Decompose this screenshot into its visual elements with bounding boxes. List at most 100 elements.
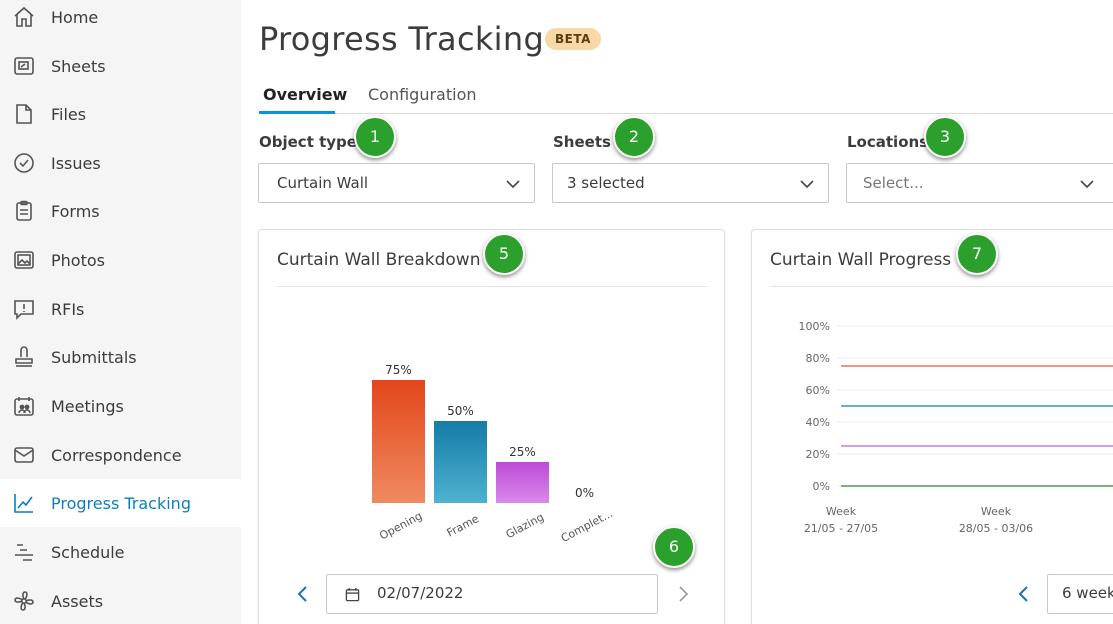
progress-tracking-icon bbox=[11, 490, 37, 516]
x-tick-label: 21/05 - 27/05 bbox=[804, 522, 878, 535]
sidebar-item-issues[interactable]: Issues bbox=[0, 139, 241, 187]
callout-badge: 2 bbox=[613, 116, 655, 158]
y-tick-label: 40% bbox=[806, 416, 830, 429]
locations-placeholder: Select... bbox=[863, 174, 924, 192]
callout-badge: 1 bbox=[354, 116, 396, 158]
active-tab-indicator bbox=[259, 111, 335, 114]
sidebar-item-home[interactable]: Home bbox=[0, 0, 241, 41]
bar-value-label: 50% bbox=[447, 404, 474, 418]
y-tick-label: 20% bbox=[806, 448, 830, 461]
callout-badge: 6 bbox=[653, 526, 695, 568]
rfis-icon bbox=[11, 296, 37, 322]
progress-card: Curtain Wall Progress 100% 80% 60% 40% 20% 0%… bbox=[751, 229, 1113, 624]
progress-line-chart: 100% 80% 60% 40% 20% 0% Week 21/05 - 27/05 Week 2… bbox=[799, 320, 1113, 535]
card-divider bbox=[770, 286, 1113, 287]
sheets-icon bbox=[11, 53, 37, 79]
period-select[interactable]: 6 week bbox=[1047, 574, 1113, 614]
sidebar-item-photos[interactable]: Photos bbox=[0, 236, 241, 284]
home-icon bbox=[11, 4, 37, 30]
breakdown-bar-chart: 75% Opening 50% Frame 25% Glazing 0% Complet... bbox=[372, 363, 615, 545]
date-input[interactable]: 02/07/2022 bbox=[326, 574, 658, 614]
object-type-label: Object type bbox=[259, 133, 357, 151]
category-tick-label: Glazing bbox=[504, 511, 546, 542]
object-type-select[interactable]: Curtain Wall bbox=[258, 163, 535, 203]
callout-badge: 7 bbox=[956, 233, 998, 275]
submittals-icon bbox=[11, 344, 37, 370]
sheets-select[interactable]: 3 selected bbox=[552, 163, 829, 203]
sidebar-item-label: Assets bbox=[51, 591, 104, 611]
files-icon bbox=[11, 101, 37, 127]
sheets-value: 3 selected bbox=[567, 174, 645, 192]
sidebar-item-files[interactable]: Files bbox=[0, 90, 241, 138]
sidebar-item-schedule[interactable]: Schedule bbox=[0, 528, 241, 576]
issues-icon bbox=[11, 150, 37, 176]
calendar-icon bbox=[345, 587, 360, 602]
sheets-label: Sheets bbox=[553, 133, 611, 151]
chevron-down-icon bbox=[1080, 180, 1094, 189]
sidebar-item-label: Meetings bbox=[51, 396, 124, 416]
correspondence-icon bbox=[11, 442, 37, 468]
sidebar-item-label: Schedule bbox=[51, 542, 125, 562]
locations-label: Locations bbox=[847, 133, 929, 151]
sidebar-item-meetings[interactable]: Meetings bbox=[0, 382, 241, 430]
sidebar-item-progress-tracking[interactable]: Progress Tracking bbox=[0, 479, 241, 527]
sidebar-item-label: Forms bbox=[51, 201, 100, 221]
sidebar-item-label: Correspondence bbox=[51, 445, 182, 465]
tab-configuration[interactable]: Configuration bbox=[368, 85, 477, 104]
locations-select[interactable]: Select... bbox=[846, 163, 1113, 203]
sidebar-item-label: Progress Tracking bbox=[51, 493, 191, 513]
previous-period-button[interactable] bbox=[1014, 582, 1034, 606]
y-tick-label: 0% bbox=[813, 480, 830, 493]
y-tick-label: 60% bbox=[806, 384, 830, 397]
sidebar-item-correspondence[interactable]: Correspondence bbox=[0, 431, 241, 479]
sidebar-item-forms[interactable]: Forms bbox=[0, 187, 241, 235]
object-type-value: Curtain Wall bbox=[277, 174, 369, 192]
assets-icon bbox=[11, 588, 37, 614]
callout-badge: 5 bbox=[483, 233, 525, 275]
x-tick-label: Week bbox=[981, 505, 1012, 518]
progress-card-title: Curtain Wall Progress bbox=[770, 250, 952, 270]
sidebar-item-label: Files bbox=[51, 104, 87, 124]
date-value: 02/07/2022 bbox=[377, 584, 464, 602]
category-tick-label: Complet... bbox=[559, 507, 615, 545]
sidebar-item-assets[interactable]: Assets bbox=[0, 577, 241, 624]
sidebar-item-label: Submittals bbox=[51, 347, 137, 367]
sidebar-item-label: Home bbox=[51, 7, 99, 27]
tabs-divider bbox=[259, 113, 1113, 114]
category-tick-label: Opening bbox=[377, 509, 424, 542]
sidebar-item-label: Photos bbox=[51, 250, 105, 270]
beta-badge: BETA bbox=[545, 28, 601, 50]
bar-0 bbox=[372, 380, 425, 503]
chevron-right-icon bbox=[679, 586, 689, 602]
sidebar-item-label: Issues bbox=[51, 153, 101, 173]
category-tick-label: Frame bbox=[445, 512, 482, 540]
sidebar-item-rfis[interactable]: RFIs bbox=[0, 285, 241, 333]
x-tick-label: Week bbox=[826, 505, 857, 518]
sidebar-item-label: RFIs bbox=[51, 299, 85, 319]
bar-value-label: 0% bbox=[575, 486, 594, 500]
sidebar-item-label: Sheets bbox=[51, 56, 106, 76]
chevron-down-icon bbox=[506, 180, 520, 189]
next-date-button[interactable] bbox=[673, 582, 693, 606]
callout-badge: 3 bbox=[924, 116, 966, 158]
bar-value-label: 25% bbox=[509, 445, 536, 459]
y-tick-label: 100% bbox=[799, 320, 830, 333]
bar-2 bbox=[496, 462, 549, 503]
photos-icon bbox=[11, 247, 37, 273]
bar-value-label: 75% bbox=[385, 363, 412, 377]
meetings-icon bbox=[11, 393, 37, 419]
schedule-icon bbox=[11, 539, 37, 565]
sidebar: Home Sheets Files Issues Forms Photos RF… bbox=[0, 0, 241, 624]
forms-icon bbox=[11, 198, 37, 224]
previous-date-button[interactable] bbox=[293, 582, 313, 606]
chevron-left-icon bbox=[1018, 586, 1028, 602]
x-tick-label: 28/05 - 03/06 bbox=[959, 522, 1033, 535]
breakdown-card-title: Curtain Wall Breakdown bbox=[277, 250, 481, 270]
bar-1 bbox=[434, 421, 487, 503]
y-tick-label: 80% bbox=[806, 352, 830, 365]
card-divider bbox=[277, 286, 707, 287]
tab-overview[interactable]: Overview bbox=[263, 85, 347, 104]
sidebar-item-sheets[interactable]: Sheets bbox=[0, 42, 241, 90]
sidebar-item-submittals[interactable]: Submittals bbox=[0, 333, 241, 381]
chevron-down-icon bbox=[800, 180, 814, 189]
